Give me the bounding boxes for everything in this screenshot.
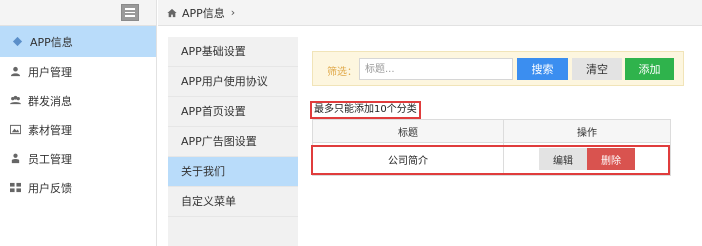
- image-icon: [9, 124, 22, 136]
- delete-button[interactable]: 删除: [587, 148, 635, 170]
- column-header-title: 标题: [313, 120, 504, 142]
- menu-toggle-button[interactable]: [121, 4, 139, 21]
- user-icon: [9, 66, 22, 78]
- submenu-item-about-us[interactable]: 关于我们: [168, 157, 298, 187]
- submenu-item-user-agreement[interactable]: APP用户使用协议: [168, 67, 298, 97]
- edit-button[interactable]: 编辑: [539, 148, 587, 170]
- breadcrumb-separator: ›: [230, 6, 236, 19]
- submenu-item-custom-menu[interactable]: 自定义菜单: [168, 187, 298, 217]
- category-table: 标题 操作 公司简介 编辑 删除: [312, 119, 671, 176]
- sidebar: APP信息 用户管理 群发消息 素材管理 员工管理 用户反馈: [0, 0, 157, 246]
- search-button[interactable]: 搜索: [517, 58, 568, 80]
- sidebar-item-label: 用户反馈: [28, 181, 72, 195]
- sidebar-header: [0, 0, 156, 26]
- submenu-item-home-settings[interactable]: APP首页设置: [168, 97, 298, 127]
- filter-label: 筛选：: [327, 67, 357, 78]
- diamond-icon: [11, 36, 24, 48]
- sidebar-item-label: 素材管理: [28, 123, 72, 137]
- search-input[interactable]: [359, 58, 513, 80]
- sidebar-item-staff-management[interactable]: 员工管理: [0, 144, 156, 173]
- sidebar-item-label: 群发消息: [28, 94, 72, 108]
- submenu-item-banner-settings[interactable]: APP广告图设置: [168, 127, 298, 157]
- breadcrumb: APP信息 ›: [158, 0, 702, 26]
- sidebar-item-app-info[interactable]: APP信息: [0, 26, 156, 57]
- clear-button[interactable]: 清空: [572, 58, 622, 80]
- sidebar-item-material-management[interactable]: 素材管理: [0, 115, 156, 144]
- limit-notice: 最多只能添加10个分类: [310, 101, 421, 119]
- home-icon[interactable]: [167, 8, 182, 18]
- menu-icon: [125, 8, 135, 10]
- row-actions: 编辑 删除: [504, 143, 670, 175]
- row-title: 公司简介: [313, 143, 504, 175]
- table-header: 标题 操作: [313, 120, 670, 143]
- sidebar-item-user-feedback[interactable]: 用户反馈: [0, 173, 156, 202]
- submenu-item-basic-settings[interactable]: APP基础设置: [168, 37, 298, 67]
- sidebar-item-mass-message[interactable]: 群发消息: [0, 86, 156, 115]
- grid-icon: [9, 182, 22, 194]
- sidebar-item-label: APP信息: [30, 35, 73, 49]
- sidebar-item-label: 用户管理: [28, 65, 72, 79]
- table-row: 公司简介 编辑 删除: [313, 143, 670, 175]
- filter-bar: 筛选： 搜索 清空 添加: [312, 51, 684, 86]
- add-button[interactable]: 添加: [625, 58, 674, 80]
- column-header-actions: 操作: [577, 127, 597, 139]
- group-icon: [9, 95, 22, 107]
- submenu: APP基础设置 APP用户使用协议 APP首页设置 APP广告图设置 关于我们 …: [168, 37, 298, 246]
- staff-icon: [9, 153, 22, 165]
- sidebar-item-user-management[interactable]: 用户管理: [0, 57, 156, 86]
- sidebar-item-label: 员工管理: [28, 152, 72, 166]
- breadcrumb-current[interactable]: APP信息: [182, 5, 225, 21]
